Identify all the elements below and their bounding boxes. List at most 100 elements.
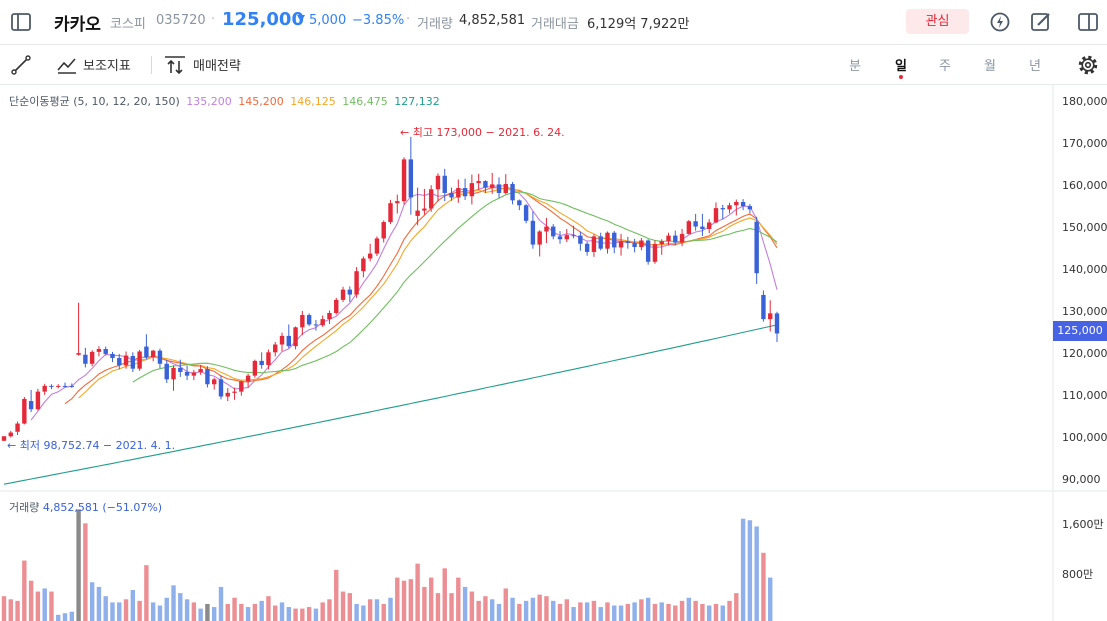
candle [56, 384, 61, 389]
indicators-button[interactable]: 보조지표 [83, 55, 131, 74]
volume-bar [354, 603, 359, 621]
candle [306, 313, 312, 327]
current-price: 125,000 [222, 9, 304, 30]
volume-bar [42, 588, 47, 621]
separator-dot: · [211, 12, 216, 27]
indicator-icon[interactable] [56, 54, 78, 76]
candle [184, 365, 190, 381]
candle [408, 136, 414, 215]
volume-bar [496, 603, 502, 621]
volume-bar [686, 597, 692, 621]
lightning-icon[interactable] [988, 10, 1012, 34]
candle [49, 384, 54, 390]
volume-bar [700, 603, 705, 621]
volume-label: 거래량 [417, 17, 453, 32]
candle [523, 204, 529, 224]
volume-bar [564, 599, 570, 621]
candle [632, 238, 637, 253]
candle [645, 239, 651, 265]
market-name: 코스피 [110, 17, 146, 32]
price-tick: 170,000 [1062, 137, 1107, 150]
edit-icon[interactable] [1029, 10, 1053, 34]
strategy-icon[interactable] [163, 54, 187, 76]
candle [150, 349, 156, 362]
volume-bar [103, 596, 108, 621]
volume-bar [164, 597, 169, 621]
volume-bar [632, 602, 637, 621]
candle [618, 233, 624, 256]
volume-bar [137, 600, 142, 621]
volume-bar [232, 597, 237, 621]
favorite-button[interactable]: 관심 [906, 9, 969, 34]
volume-bar [76, 509, 81, 621]
candle [462, 178, 468, 200]
settings-gear-icon[interactable] [1076, 53, 1100, 77]
candle [171, 365, 176, 391]
candle [401, 157, 407, 205]
panel-toggle-icon[interactable] [1076, 10, 1100, 34]
candle [727, 202, 732, 214]
volume-bar [171, 585, 176, 621]
volume-bar [490, 599, 495, 621]
high-annotation: ← 최고 173,000 − 2021. 6. 24. [400, 124, 565, 140]
volume-bar [523, 600, 529, 621]
volume-bar [83, 523, 88, 621]
volume-bar [422, 586, 427, 621]
candle [625, 236, 631, 249]
candle [42, 383, 47, 395]
candle [639, 238, 644, 251]
candle [279, 332, 285, 352]
period-year[interactable]: 년 [1025, 55, 1045, 74]
volume-bar [395, 577, 400, 621]
candle [510, 181, 515, 205]
ma12-line [78, 187, 778, 399]
low-annotation-text: 최저 98,752.74 − 2021. 4. 1. [19, 439, 176, 452]
volume-bar [740, 518, 746, 621]
volume-bar [157, 605, 163, 621]
price-tick: 120,000 [1062, 347, 1107, 360]
volume-bar [205, 603, 210, 621]
candle [211, 377, 217, 390]
separator-dot: · [406, 12, 411, 27]
volume-bar [571, 607, 576, 621]
candle [517, 199, 522, 211]
volume-bar [367, 599, 373, 621]
period-month[interactable]: 월 [980, 55, 1000, 74]
draw-line-icon[interactable] [10, 54, 32, 76]
volume-bar [639, 599, 644, 621]
candle [747, 204, 753, 214]
candle [564, 229, 570, 243]
candle [734, 199, 739, 216]
candle [435, 173, 441, 202]
candle [544, 217, 549, 243]
volume-bar [544, 596, 549, 621]
sidebar-toggle-icon[interactable] [9, 10, 33, 34]
period-week[interactable]: 주 [935, 55, 955, 74]
volume-bar [225, 603, 230, 621]
volume-bar [645, 597, 651, 621]
volume-bar [747, 520, 753, 621]
volume-bar [56, 614, 61, 621]
volume-bar [245, 607, 251, 621]
volume-bar [388, 597, 393, 621]
period-minute[interactable]: 분 [845, 55, 865, 74]
candlestick-chart[interactable] [0, 85, 1107, 621]
candle [591, 234, 597, 257]
candle [774, 311, 780, 343]
candle [740, 199, 746, 211]
candle [503, 174, 508, 195]
candle [530, 211, 536, 249]
toolbar-divider [151, 56, 152, 74]
period-day[interactable]: 일 [891, 55, 911, 74]
candle [612, 231, 617, 254]
volume-bar [666, 603, 671, 621]
volume-bar [62, 613, 68, 621]
candle [89, 350, 95, 367]
volume-bar [184, 599, 190, 621]
strategy-button[interactable]: 매매전략 [193, 55, 241, 74]
volume-bar [652, 603, 658, 621]
down-arrow-icon [297, 15, 305, 22]
volume-bar [761, 552, 766, 621]
volume-bar [449, 593, 454, 621]
candle [157, 348, 163, 369]
